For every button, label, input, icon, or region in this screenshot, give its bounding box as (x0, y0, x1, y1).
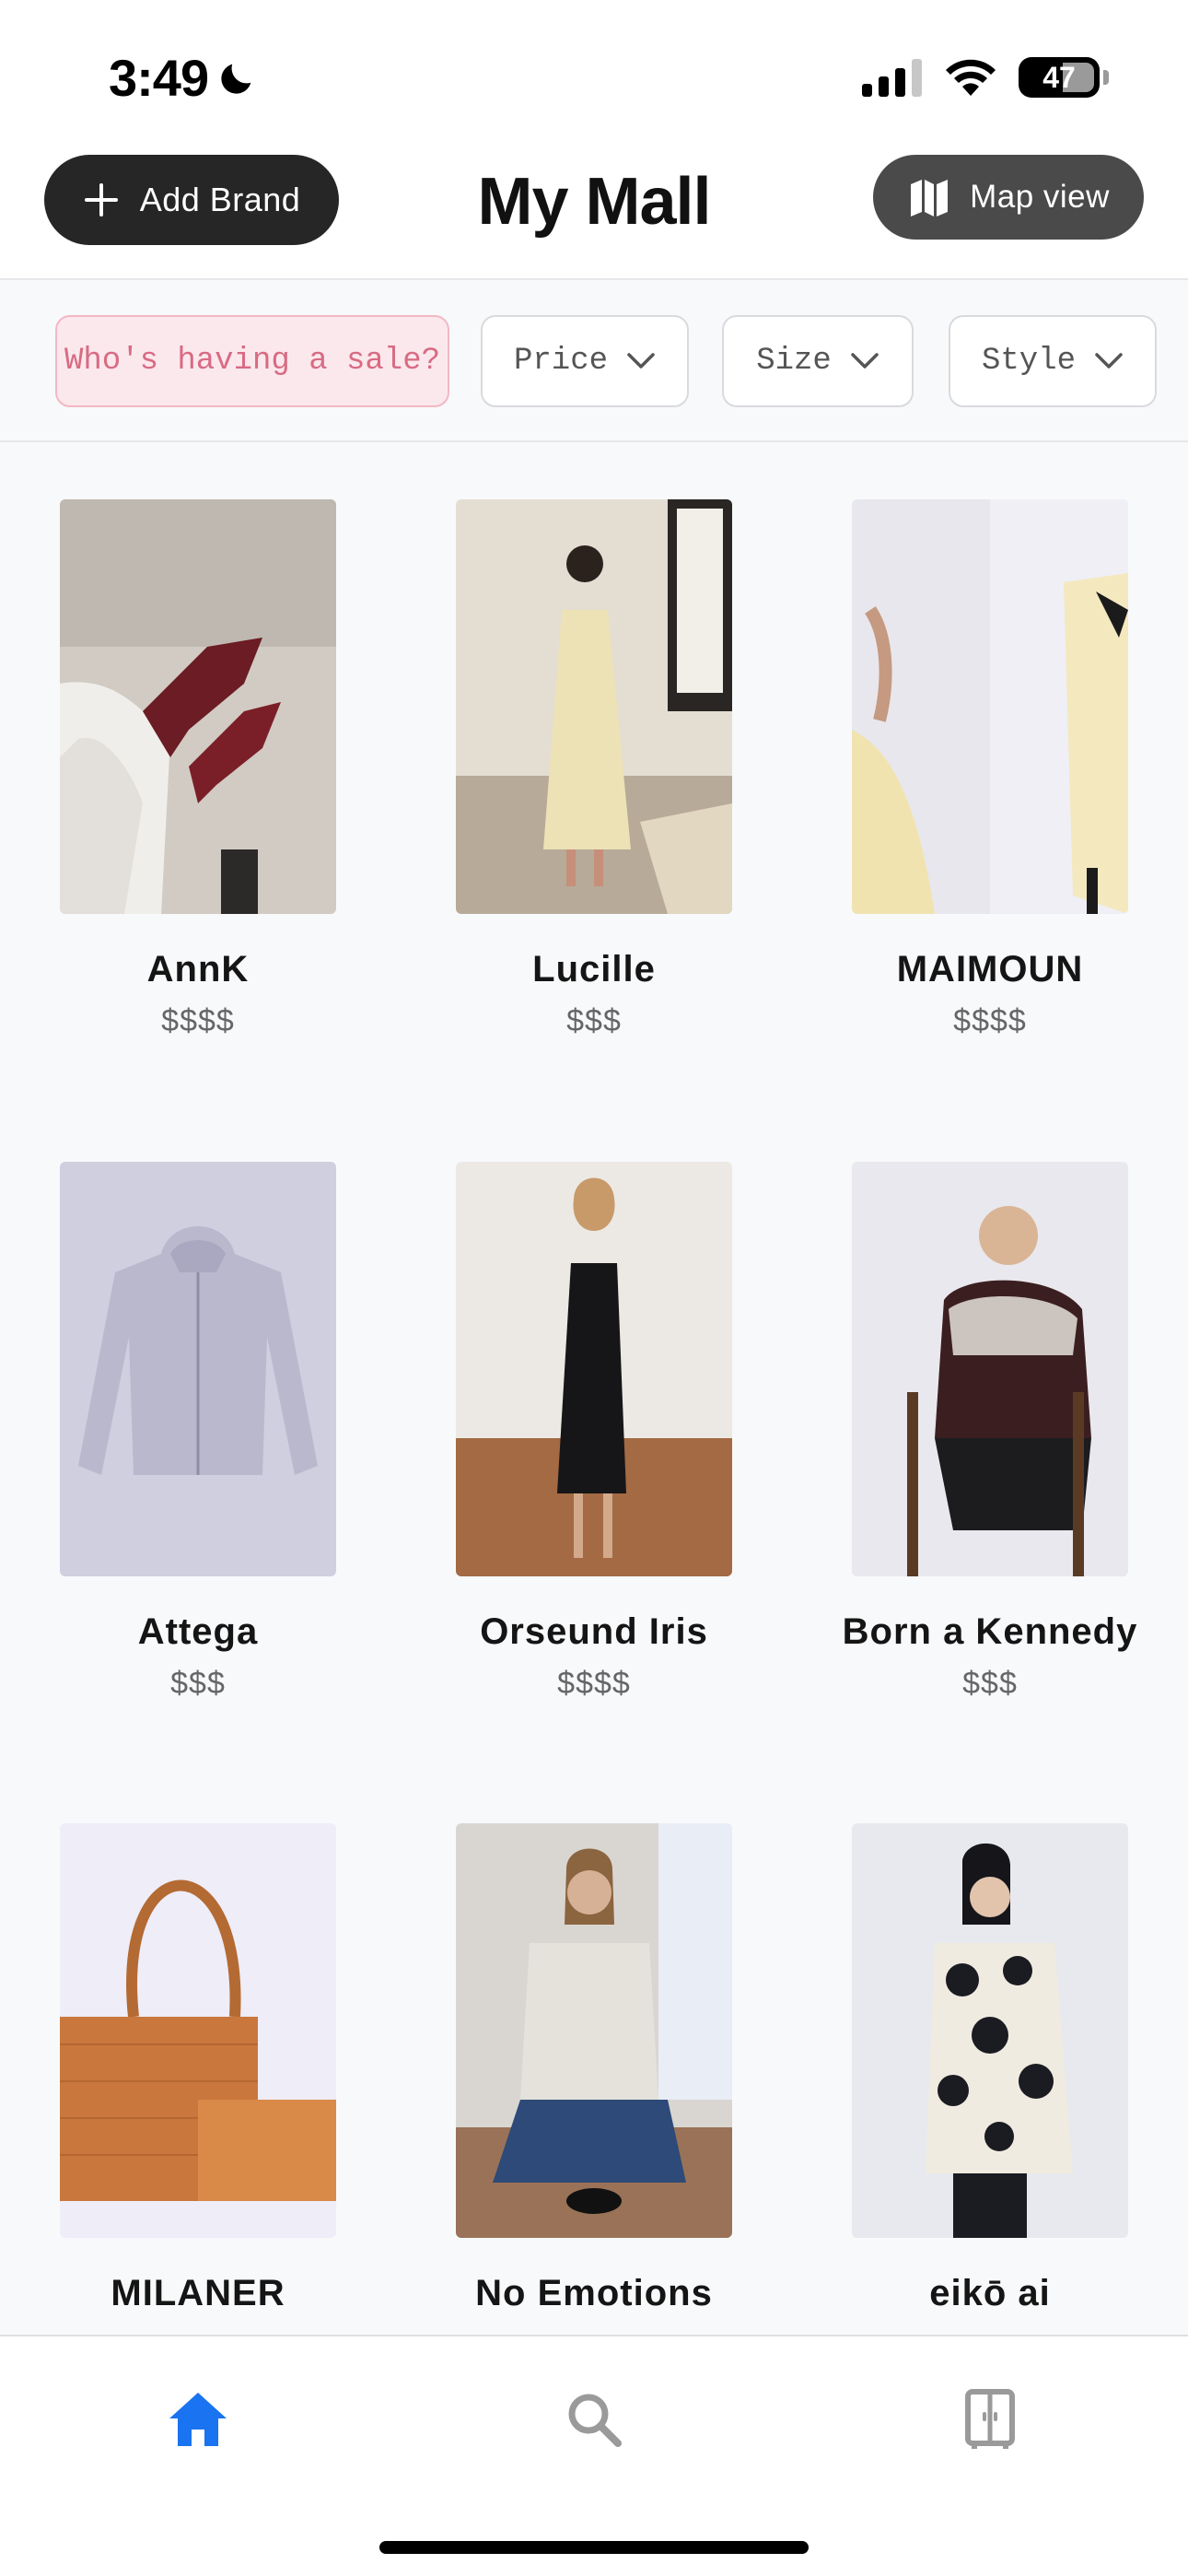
brand-card-born-a-kennedy[interactable]: Born a Kennedy $$$ (843, 1162, 1136, 1702)
tab-search[interactable] (557, 2383, 631, 2456)
cellular-signal-icon (862, 59, 922, 97)
brand-card-orseund-iris[interactable]: Orseund Iris $$$$ (456, 1162, 732, 1702)
sale-filter-label: Who's having a sale? (64, 344, 441, 379)
tab-home[interactable] (161, 2383, 235, 2456)
chevron-down-icon (1095, 353, 1123, 369)
status-icons: 47 (862, 57, 1109, 98)
brand-card-annk[interactable]: AnnK $$$$ (60, 499, 336, 1039)
wifi-icon (946, 59, 996, 96)
brand-name: No Emotions (475, 2273, 713, 2313)
battery-icon: 47 (1019, 57, 1100, 98)
search-icon (568, 2394, 622, 2447)
status-time: 3:49 (109, 48, 258, 108)
tab-bar (0, 2335, 1188, 2576)
brand-price: $$$$ (161, 1003, 235, 1038)
status-bar: 3:49 47 (0, 0, 1188, 147)
battery-level: 47 (1042, 60, 1076, 94)
brand-price: $$$ (962, 1666, 1018, 1701)
home-indicator (379, 2541, 809, 2554)
brand-name: Orseund Iris (480, 1611, 708, 1652)
moon-icon (221, 64, 251, 94)
brand-name: Attega (137, 1611, 259, 1652)
filter-bar: Who's having a sale? Price Size Style (0, 280, 1188, 442)
woman-in-fair-isle-sweater-photo (852, 1162, 1128, 1576)
style-filter-chip[interactable]: Style (949, 315, 1157, 407)
battery-tip (1103, 70, 1109, 85)
brand-card-attega[interactable]: Attega $$$ (60, 1162, 336, 1702)
brand-name: eikō ai (929, 2273, 1051, 2313)
map-icon (911, 180, 949, 217)
woman-in-cream-vest-photo (456, 1823, 732, 2238)
brand-price: $$$ (170, 1666, 226, 1701)
size-filter-label: Size (756, 344, 832, 379)
brand-name: MAIMOUN (896, 949, 1084, 989)
lilac-zip-hoodie-photo (60, 1162, 336, 1576)
brand-name: AnnK (146, 949, 250, 989)
brand-name: Lucille (532, 949, 656, 989)
legs-in-burgundy-boots-photo (60, 499, 336, 914)
brand-name: Born a Kennedy (842, 1611, 1138, 1652)
brand-card-eiko-ai[interactable]: eikō ai (852, 1823, 1128, 2327)
map-view-button[interactable]: Map view (873, 155, 1144, 240)
home-icon (169, 2393, 227, 2446)
woman-in-black-midi-dress-photo (456, 1162, 732, 1576)
brand-name: MILANER (111, 2273, 285, 2313)
map-view-label: Map view (970, 179, 1110, 215)
size-filter-chip[interactable]: Size (722, 315, 914, 407)
brand-card-lucille[interactable]: Lucille $$$ (456, 499, 732, 1039)
brand-price: $$$ (566, 1003, 622, 1038)
brand-card-no-emotions[interactable]: No Emotions (456, 1823, 732, 2327)
brand-price: $$$$ (953, 1003, 1027, 1038)
tab-wardrobe[interactable] (953, 2383, 1027, 2456)
wardrobe-icon (965, 2389, 1015, 2449)
style-filter-label: Style (981, 344, 1077, 379)
chevron-down-icon (627, 353, 655, 369)
brand-card-maimoun[interactable]: MAIMOUN $$$$ (852, 499, 1128, 1039)
woven-leather-tote-photo (60, 1823, 336, 2238)
woman-in-floral-jacket-photo (852, 1823, 1128, 2238)
woman-in-cream-slip-dress-photo (456, 499, 732, 914)
brand-price: $$$$ (557, 1666, 631, 1701)
sale-filter-chip[interactable]: Who's having a sale? (55, 315, 449, 407)
price-filter-label: Price (513, 344, 609, 379)
status-time-text: 3:49 (109, 49, 209, 107)
price-filter-chip[interactable]: Price (481, 315, 689, 407)
brand-card-milaner[interactable]: MILANER (60, 1823, 336, 2327)
chevron-down-icon (851, 353, 879, 369)
header: Add Brand My Mall Map view (0, 147, 1188, 280)
yellow-dress-with-black-bow-photo (852, 499, 1128, 914)
